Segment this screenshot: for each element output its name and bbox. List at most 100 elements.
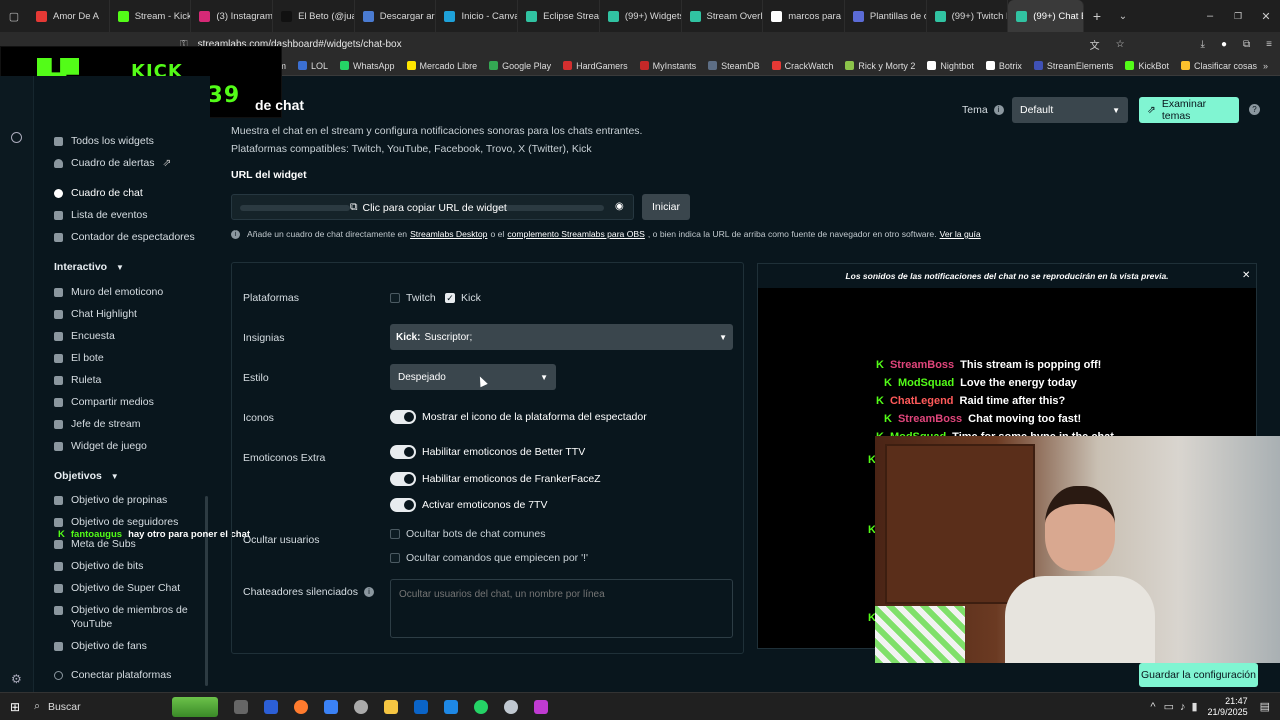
eye-icon[interactable]: ◉ — [615, 201, 624, 212]
browser-menu-icon[interactable]: ≡ — [1266, 39, 1272, 50]
sidebar-item[interactable]: Widget de juego — [54, 440, 147, 452]
badges-select[interactable]: Kick: Suscriptor; ▼ — [390, 324, 733, 350]
sidebar-item[interactable]: Objetivo de fans — [54, 640, 147, 652]
minimize-button[interactable]: – — [1196, 10, 1224, 22]
sidebar-item[interactable]: Objetivo de Super Chat — [54, 582, 180, 594]
sidebar-item[interactable]: Encuesta — [54, 330, 115, 342]
sidebar-item[interactable]: Objetivo de propinas — [54, 494, 167, 506]
firefox-icon[interactable] — [294, 699, 309, 714]
bookmark-item[interactable]: Rick y Morty 2 — [839, 61, 921, 71]
store-icon[interactable] — [324, 699, 339, 714]
help-icon[interactable]: ? — [1249, 104, 1260, 115]
platform-icon-toggle[interactable]: Mostrar el icono de la plataforma del es… — [390, 410, 647, 424]
bookmark-item[interactable]: HardGamers — [557, 61, 634, 71]
save-settings-button[interactable]: Guardar la configuración — [1139, 663, 1258, 687]
sidebar-item-event-list[interactable]: Lista de eventos — [54, 209, 147, 221]
ffz-toggle[interactable]: Habilitar emoticonos de FrankerFaceZ — [390, 472, 601, 486]
bttv-toggle[interactable]: Habilitar emoticonos de Better TTV — [390, 445, 585, 459]
settings-icon[interactable] — [354, 699, 369, 714]
browser-tab[interactable]: Plantillas de ov — [845, 0, 927, 32]
close-banner-icon[interactable]: ✕ — [1242, 270, 1250, 281]
explore-themes-button[interactable]: ⇗ Examinar temas — [1139, 97, 1239, 123]
browser-tab[interactable]: (99+) Widgets — [600, 0, 682, 32]
windows-start-icon[interactable]: ⊞ — [10, 700, 20, 714]
new-tab-button[interactable]: + — [1084, 8, 1110, 24]
bookmark-star-icon[interactable]: ☆ — [1116, 39, 1125, 50]
network-icon[interactable]: ▭ — [1164, 700, 1174, 713]
settings-gear-icon[interactable]: ⚙ — [11, 672, 22, 686]
tab-actions-icon[interactable]: ▢ — [0, 0, 28, 32]
bookmark-item[interactable]: Botrix — [980, 61, 1028, 71]
whatsapp-icon[interactable] — [474, 699, 489, 714]
taskbar-search[interactable]: ⌕ Buscar — [34, 700, 164, 713]
browser-tab[interactable]: (99+) Twitch Pa — [927, 0, 1009, 32]
interactive-section-head[interactable]: Interactivo ▼ — [54, 261, 124, 273]
theme-select[interactable]: Default ▼ — [1012, 97, 1128, 123]
bookmark-item[interactable]: KickBot — [1119, 61, 1175, 71]
sidebar-item[interactable]: Objetivo de seguidores — [54, 516, 178, 528]
tray-chevron-icon[interactable]: ^ — [1150, 701, 1155, 713]
kick-checkbox[interactable]: ✓ Kick — [445, 292, 481, 304]
clock-icon[interactable] — [11, 132, 22, 143]
sidebar-item[interactable]: Jefe de stream — [54, 418, 140, 430]
bookmark-item[interactable]: MyInstants — [634, 61, 703, 71]
bookmark-item[interactable]: Nightbot — [921, 61, 980, 71]
sidebar-scrollbar[interactable] — [205, 496, 208, 686]
more-bookmarks-icon[interactable]: » — [1263, 61, 1268, 71]
goals-section-head[interactable]: Objetivos ▼ — [54, 470, 119, 482]
browser-tab[interactable]: El Beto (@juam — [273, 0, 355, 32]
browser-tab[interactable]: (3) Instagram — [191, 0, 274, 32]
twitch-checkbox[interactable]: Twitch — [390, 292, 436, 304]
bookmark-item[interactable]: LOL — [292, 61, 334, 71]
widget-landscape-icon[interactable] — [172, 696, 219, 717]
bookmark-item[interactable]: WhatsApp — [334, 61, 401, 71]
sidebar-item[interactable]: Muro del emoticono — [54, 286, 163, 298]
maximize-button[interactable]: ❐ — [1224, 11, 1252, 22]
browser-tab[interactable]: Descargar arch — [355, 0, 437, 32]
streamlabs-desktop-link[interactable]: Streamlabs Desktop — [410, 229, 487, 239]
sidebar-item-connect-platforms[interactable]: Conectar plataformas — [54, 669, 171, 681]
sidebar-item[interactable]: Compartir medios — [54, 396, 154, 408]
browser-tab[interactable]: marcos para ch — [763, 0, 845, 32]
hide-commands-checkbox[interactable]: Ocultar comandos que empiecen por '!' — [390, 552, 588, 564]
browser-tab[interactable]: Stream Overlay — [682, 0, 764, 32]
browser-tab[interactable]: Eclipse Stream — [518, 0, 600, 32]
app-icon[interactable] — [264, 699, 279, 714]
outlook-icon[interactable] — [414, 699, 429, 714]
translate-icon[interactable]: 文 — [1090, 37, 1100, 52]
sidebar-item-all-widgets[interactable]: Todos los widgets — [54, 135, 154, 147]
sidebar-item[interactable]: El bote — [54, 352, 104, 364]
sidebar-item[interactable]: Objetivo de bits — [54, 560, 143, 572]
sidebar-item[interactable]: Objetivo de miembros de — [54, 604, 188, 616]
sidebar-item-alert-box[interactable]: Cuadro de alertas ⇗ — [54, 157, 171, 169]
extensions-icon[interactable]: ⧉ — [1243, 39, 1250, 50]
browser-tab[interactable]: Inicio - Canva — [436, 0, 519, 32]
sidebar-item[interactable]: Chat Highlight — [54, 308, 137, 320]
sidebar-item-viewer-count[interactable]: Contador de espectadores — [54, 231, 195, 243]
hide-bots-checkbox[interactable]: Ocultar bots de chat comunes — [390, 528, 546, 540]
obs-plugin-link[interactable]: complemento Streamlabs para OBS — [507, 229, 645, 239]
muted-chatters-input[interactable] — [390, 579, 733, 638]
widget-url-field[interactable]: ⧉ Clic para copiar URL de widget ◉ — [231, 194, 634, 220]
7tv-toggle[interactable]: Activar emoticonos de 7TV — [390, 498, 547, 512]
bookmark-item[interactable]: StreamElements — [1028, 61, 1120, 71]
battery-icon[interactable]: ▮ — [1191, 700, 1197, 713]
bookmark-item[interactable]: Clasificar cosas — [1175, 61, 1263, 71]
steam-icon[interactable] — [504, 699, 519, 714]
style-select[interactable]: Despejado ▼ — [390, 364, 556, 390]
browser-tab[interactable]: (99+) Chat B✕ — [1008, 0, 1084, 32]
bookmark-item[interactable]: CrackWatch — [766, 61, 840, 71]
copy-url-label[interactable]: Clic para copiar URL de widget — [363, 202, 507, 214]
volume-icon[interactable]: ♪ — [1180, 701, 1186, 713]
profile-icon[interactable]: ● — [1221, 39, 1227, 50]
folder-icon[interactable] — [384, 699, 399, 714]
tab-search-icon[interactable]: ⌄ — [1110, 11, 1136, 22]
app2-icon[interactable] — [444, 699, 459, 714]
start-button[interactable]: Iniciar — [642, 194, 690, 220]
task-view-icon[interactable] — [234, 699, 249, 714]
sidebar-item[interactable]: YouTube — [54, 618, 112, 630]
notifications-icon[interactable]: ▤ — [1260, 700, 1270, 713]
app3-icon[interactable] — [534, 699, 549, 714]
guide-link[interactable]: Ver la guía — [940, 229, 981, 239]
sidebar-item-chat-box[interactable]: Cuadro de chat — [54, 187, 143, 199]
